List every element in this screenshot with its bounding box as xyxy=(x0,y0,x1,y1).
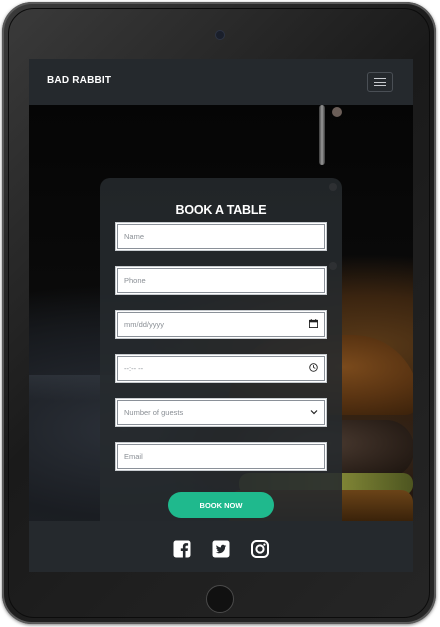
phone-placeholder: Phone xyxy=(124,276,146,285)
date-placeholder: mm/dd/yyyy xyxy=(124,320,165,329)
booking-form: BOOK A TABLE Name Phone mm/dd/yyyy --:--… xyxy=(100,178,342,546)
guests-placeholder: Number of guests xyxy=(124,408,184,417)
clock-icon[interactable] xyxy=(309,363,318,374)
form-title: BOOK A TABLE xyxy=(175,203,267,217)
fork-image xyxy=(319,105,325,165)
book-now-button[interactable]: BOOK NOW xyxy=(168,492,274,518)
email-input[interactable]: Email xyxy=(115,442,327,471)
guests-select[interactable]: Number of guests xyxy=(115,398,327,427)
tablet-frame: BAD RABBIT BOOK A TABLE Name Phone mm/dd… xyxy=(2,2,436,624)
instagram-icon[interactable] xyxy=(251,540,269,558)
email-placeholder: Email xyxy=(124,452,143,461)
facebook-icon[interactable] xyxy=(173,540,191,558)
camera-icon xyxy=(216,31,224,39)
brand-logo[interactable]: BAD RABBIT xyxy=(47,75,111,86)
date-input[interactable]: mm/dd/yyyy xyxy=(115,310,327,339)
navbar: BAD RABBIT xyxy=(29,59,413,105)
decor-dot xyxy=(332,107,342,117)
chevron-down-icon xyxy=(310,408,318,417)
twitter-icon[interactable] xyxy=(212,540,230,558)
name-placeholder: Name xyxy=(124,232,145,241)
name-input[interactable]: Name xyxy=(115,222,327,251)
phone-input[interactable]: Phone xyxy=(115,266,327,295)
footer xyxy=(29,521,413,572)
screen: BAD RABBIT BOOK A TABLE Name Phone mm/dd… xyxy=(29,59,413,572)
time-input[interactable]: --:-- -- xyxy=(115,354,327,383)
hamburger-menu-icon[interactable] xyxy=(367,72,393,92)
calendar-icon[interactable] xyxy=(309,319,318,330)
hero-background: BOOK A TABLE Name Phone mm/dd/yyyy --:--… xyxy=(29,105,413,546)
home-button[interactable] xyxy=(206,585,234,613)
time-placeholder: --:-- -- xyxy=(124,364,144,373)
